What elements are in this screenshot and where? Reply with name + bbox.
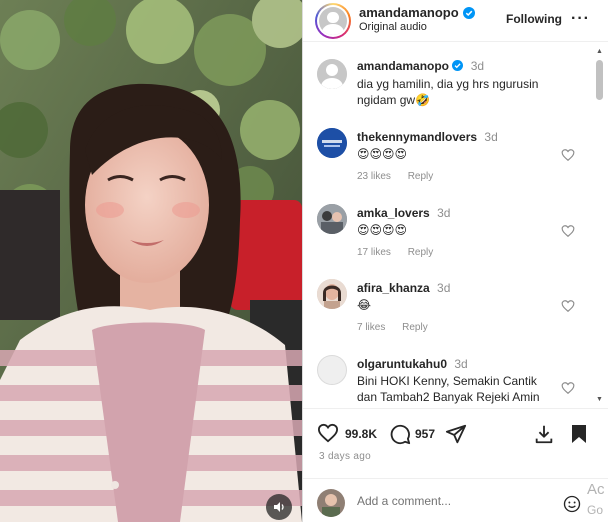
- comments-list: amandamanopo 3d dia yg hamilin, dia yg h…: [303, 43, 608, 408]
- speaker-icon: [274, 502, 284, 512]
- comment-avatar[interactable]: [317, 355, 347, 385]
- comment-username[interactable]: afira_khanza: [357, 281, 430, 295]
- comment-header: afira_khanza 3d: [357, 281, 450, 295]
- default-avatar-icon: [319, 7, 347, 35]
- likes-count[interactable]: 99.8K: [345, 427, 377, 441]
- user-photo-icon: [317, 279, 347, 309]
- author-username[interactable]: amandamanopo: [359, 5, 475, 20]
- comment-text: dia yg hamilin, dia yg hrs ngurusin ngid…: [357, 76, 577, 108]
- comment-text: 😍😍😍😍: [357, 223, 408, 237]
- comment-text: 😂: [357, 298, 372, 312]
- reply-button[interactable]: Reply: [408, 171, 434, 182]
- comment-username[interactable]: thekennymandlovers: [357, 130, 477, 144]
- following-button[interactable]: Following: [506, 12, 562, 26]
- save-bookmark-icon[interactable]: [569, 423, 589, 445]
- current-user-avatar: [317, 489, 345, 517]
- comment-username[interactable]: amka_lovers: [357, 206, 430, 220]
- author-avatar[interactable]: [315, 3, 351, 39]
- scrollbar-thumb[interactable]: [596, 60, 603, 100]
- post-panel: amandamanopo Original audio Following ··…: [302, 0, 608, 522]
- post-actions: 99.8K 957 3 days ago: [303, 408, 608, 468]
- reply-button[interactable]: Reply: [408, 247, 434, 258]
- like-heart-icon[interactable]: [317, 423, 339, 443]
- like-comment-heart-icon[interactable]: [561, 224, 575, 238]
- add-comment-bar: [303, 478, 608, 522]
- reply-button[interactable]: Reply: [402, 322, 428, 333]
- scroll-down-arrow[interactable]: ▼: [595, 396, 604, 406]
- audio-label[interactable]: Original audio: [359, 21, 427, 33]
- scroll-up-arrow[interactable]: ▲: [595, 48, 604, 58]
- comment-header: thekennymandlovers 3d: [357, 130, 498, 144]
- comment-text-line: Bini HOKI Kenny, Semakin Cantik: [357, 374, 537, 388]
- default-avatar-icon: [317, 59, 347, 89]
- comment-time[interactable]: 3d: [437, 206, 450, 220]
- verified-badge-icon: [452, 60, 464, 71]
- reel-video[interactable]: [0, 0, 302, 522]
- video-frame-illustration: [0, 0, 302, 522]
- comment-header: amandamanopo 3d: [357, 59, 484, 73]
- comment-username[interactable]: amandamanopo: [357, 59, 449, 73]
- comment-header: amka_lovers 3d: [357, 206, 450, 220]
- comment-avatar[interactable]: [317, 128, 347, 158]
- comment-bubble-icon[interactable]: [389, 423, 411, 445]
- comment-text-line: ngidam gw🤣: [357, 93, 430, 107]
- share-paper-plane-icon[interactable]: [445, 423, 467, 445]
- mute-toggle-button[interactable]: [266, 494, 292, 520]
- comment-avatar[interactable]: [317, 279, 347, 309]
- post-date[interactable]: 3 days ago: [319, 451, 371, 462]
- comment-input[interactable]: [357, 494, 547, 508]
- comment-time[interactable]: 3d: [471, 59, 484, 73]
- comment-meta: 23 likes Reply: [357, 171, 447, 182]
- comment-text-line: dia yg hamilin, dia yg hrs ngurusin: [357, 77, 539, 91]
- comment-meta: 7 likes Reply: [357, 322, 442, 333]
- comment-avatar[interactable]: [317, 204, 347, 234]
- fan-page-logo-icon: [317, 128, 347, 158]
- comments-count[interactable]: 957: [415, 427, 435, 441]
- comment-likes[interactable]: 7 likes: [357, 322, 385, 333]
- user-photo-icon: [317, 489, 345, 517]
- like-comment-heart-icon[interactable]: [561, 299, 575, 313]
- comment-text: Bini HOKI Kenny, Semakin Cantik dan Tamb…: [357, 373, 567, 405]
- comment-username[interactable]: olgaruntukahu0: [357, 357, 447, 371]
- comment-likes[interactable]: 17 likes: [357, 247, 391, 258]
- comment-header: olgaruntukahu0 3d: [357, 357, 468, 371]
- like-comment-heart-icon[interactable]: [561, 148, 575, 162]
- like-comment-heart-icon[interactable]: [561, 381, 575, 395]
- more-options-icon[interactable]: ···: [571, 10, 590, 28]
- emoji-picker-icon[interactable]: [563, 495, 581, 513]
- download-icon[interactable]: [533, 423, 555, 445]
- user-photo-icon: [317, 204, 347, 234]
- comment-time[interactable]: 3d: [437, 281, 450, 295]
- comment-text: 😍😍😍😍: [357, 147, 408, 161]
- comment-time[interactable]: 3d: [484, 130, 497, 144]
- comment-text-line: dan Tambah2 Banyak Rejeki Amin: [357, 390, 540, 404]
- comment-meta: 17 likes Reply: [357, 247, 447, 258]
- comment-avatar[interactable]: [317, 59, 347, 89]
- author-username-text[interactable]: amandamanopo: [359, 5, 459, 20]
- comment-time[interactable]: 3d: [454, 357, 467, 371]
- verified-badge-icon: [462, 6, 475, 19]
- comment-likes[interactable]: 23 likes: [357, 171, 391, 182]
- post-header: amandamanopo Original audio Following ··…: [303, 0, 608, 42]
